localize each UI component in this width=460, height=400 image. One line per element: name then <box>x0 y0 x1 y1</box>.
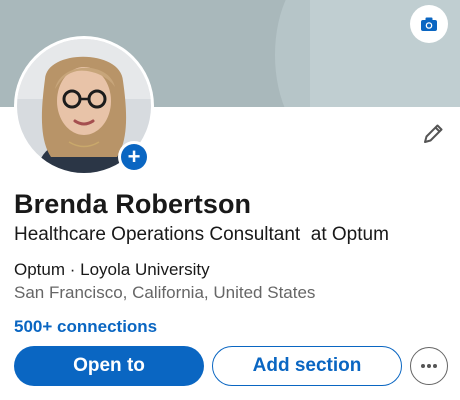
camera-icon <box>421 17 437 31</box>
more-horizontal-icon <box>421 364 437 368</box>
connections-link[interactable]: 500+ connections <box>14 317 157 337</box>
profile-headline: Healthcare Operations Consultant at Optu… <box>14 224 389 245</box>
open-to-label: Open to <box>73 355 145 376</box>
add-section-label: Add section <box>252 355 362 376</box>
add-section-button[interactable]: Add section <box>212 346 402 386</box>
edit-banner-button[interactable] <box>410 5 448 43</box>
profile-name: Brenda Robertson <box>14 189 252 219</box>
add-photo-button[interactable]: + <box>118 141 150 173</box>
more-button[interactable] <box>410 347 448 385</box>
plus-icon: + <box>121 144 147 170</box>
open-to-button[interactable]: Open to <box>14 346 204 386</box>
pencil-icon[interactable] <box>420 121 446 147</box>
profile-company-education[interactable]: Optum · Loyola University <box>14 260 210 280</box>
profile-location: San Francisco, California, United States <box>14 283 316 302</box>
